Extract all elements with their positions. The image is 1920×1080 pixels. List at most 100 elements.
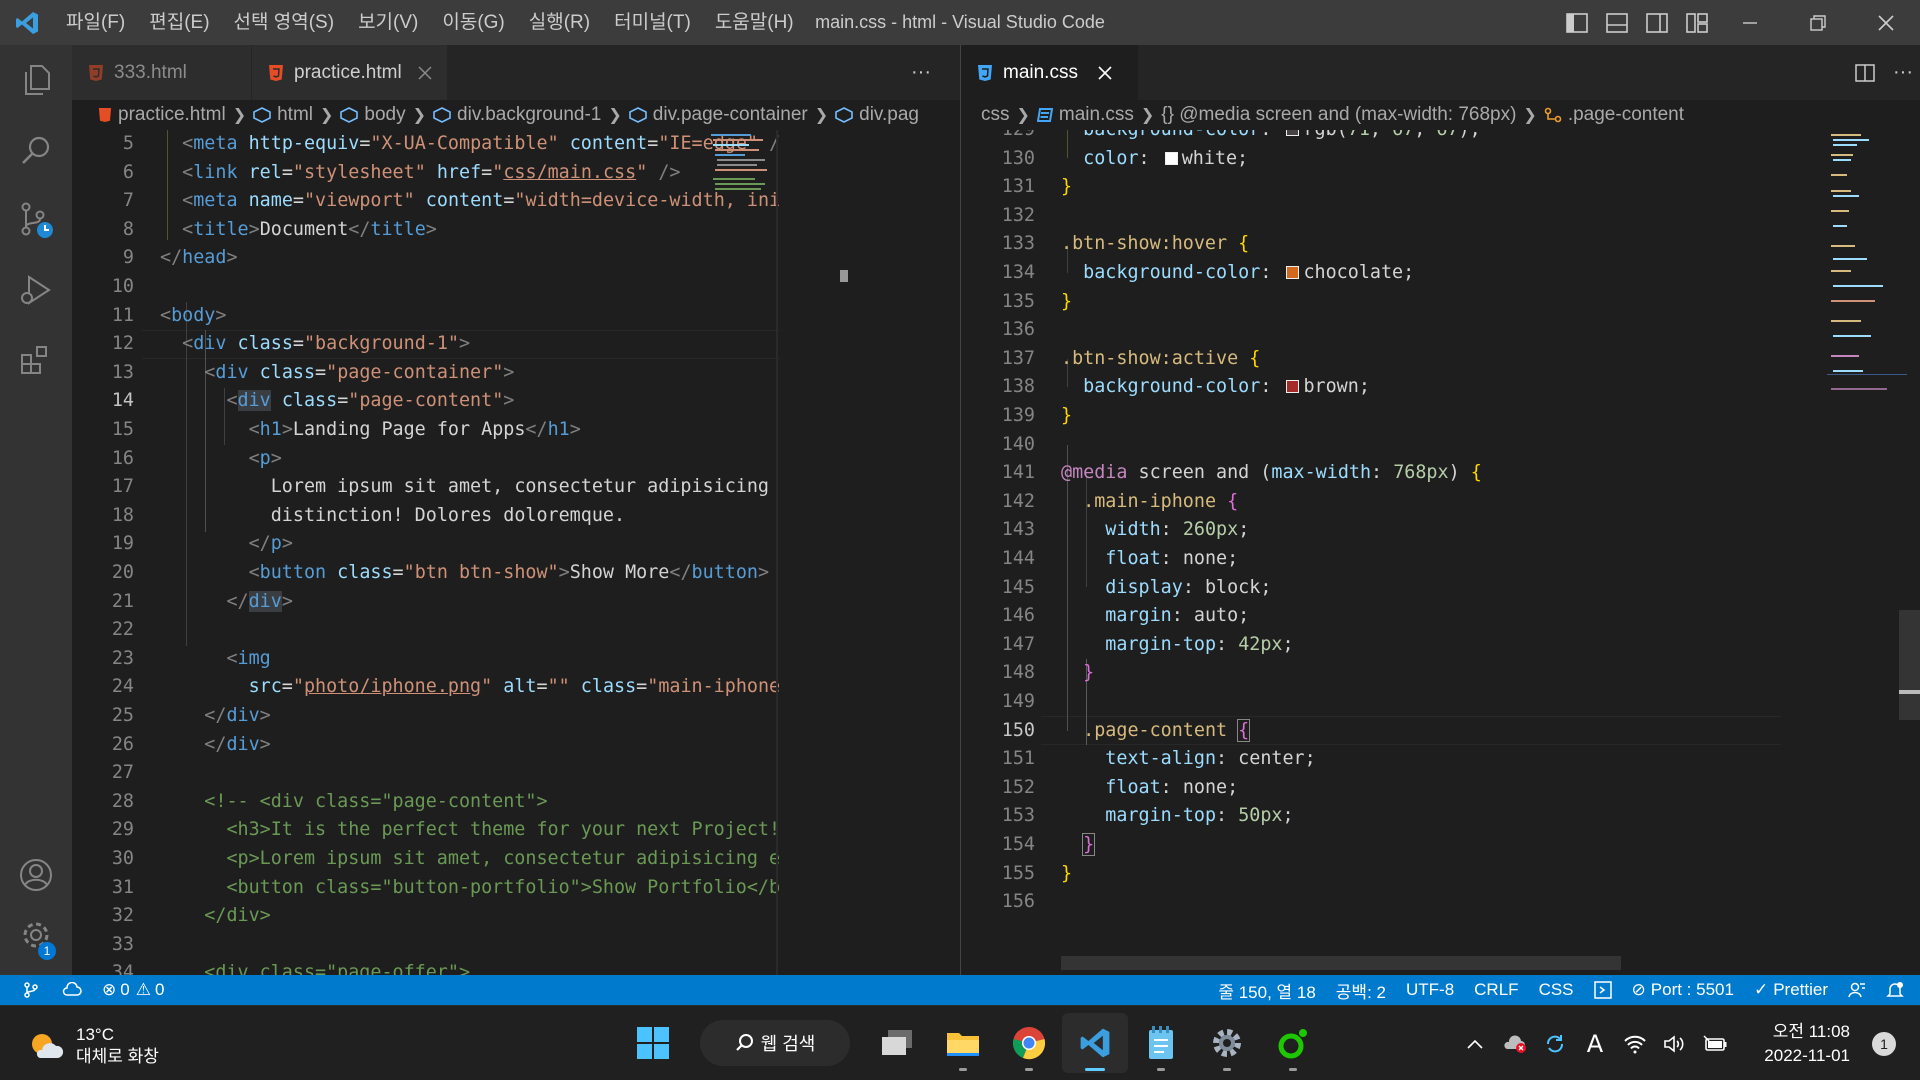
indentation[interactable]: 공백: 2 <box>1326 975 1396 1005</box>
start-windows-icon[interactable] <box>620 1013 686 1073</box>
scrollbar-thumb[interactable] <box>1899 610 1920 720</box>
menu-view[interactable]: 보기(V) <box>346 0 430 45</box>
onedrive-error-icon[interactable] <box>1495 1006 1535 1080</box>
menu-run[interactable]: 실행(R) <box>517 0 602 45</box>
input-language-icon[interactable]: A <box>1575 1006 1615 1080</box>
menu-file[interactable]: 파일(F) <box>54 0 137 45</box>
breadcrumb-item[interactable]: css <box>981 104 1010 126</box>
menu-edit[interactable]: 편집(E) <box>137 0 221 45</box>
menu-go[interactable]: 이동(G) <box>430 0 516 45</box>
menu-selection[interactable]: 선택 영역(S) <box>222 0 347 45</box>
close-tab-icon[interactable] <box>1094 62 1116 84</box>
breadcrumb-item[interactable]: div.pag <box>835 104 919 126</box>
minimap-left[interactable] <box>707 130 772 975</box>
horizontal-scrollbar[interactable] <box>1061 956 1621 970</box>
live-server-port[interactable]: ⊘ Port : 5501 <box>1622 975 1744 1005</box>
minimap-right[interactable] <box>1827 130 1907 975</box>
layout-icon[interactable] <box>1584 975 1622 1005</box>
wifi-icon[interactable] <box>1615 1006 1655 1080</box>
window-controls <box>1716 0 1920 45</box>
breadcrumb-item[interactable]: main.css <box>1036 104 1134 126</box>
tab-practice-html[interactable]: practice.html <box>252 45 448 100</box>
breadcrumb-item[interactable]: div.page-container <box>628 104 808 126</box>
breadcrumb-item[interactable]: body <box>340 104 406 126</box>
line-messenger-icon[interactable] <box>1260 1013 1326 1073</box>
vscode-taskbar-icon[interactable] <box>1062 1013 1128 1073</box>
scrollbar-thumb[interactable] <box>840 270 848 282</box>
accounts-feedback-icon[interactable] <box>1838 975 1876 1005</box>
line-number: 144 <box>1001 548 1035 569</box>
editor-group-left: 333.html practice.html ··· practice.html… <box>72 45 960 975</box>
breadcrumb-item[interactable]: practice.html <box>98 104 226 126</box>
clock-time: 오전 11:08 <box>1772 1021 1850 1041</box>
toggle-primary-sidebar-icon[interactable] <box>1560 0 1594 45</box>
code-editor-right[interactable]: 129 130 131 132 133 134 135 136 137 138 139 140 141 1… <box>961 130 1920 975</box>
battery-icon[interactable] <box>1695 1006 1735 1080</box>
language-mode[interactable]: CSS <box>1529 975 1584 1005</box>
sync-icon[interactable] <box>1535 1006 1575 1080</box>
breadcrumb-item[interactable]: div.background-1 <box>433 104 601 126</box>
line-number: 16 <box>111 447 134 469</box>
clock[interactable]: 오전 11:08 2022-11-01 <box>1735 1020 1850 1068</box>
prettier-status[interactable]: ✓ Prettier <box>1744 975 1838 1005</box>
remote-icon[interactable] <box>0 975 52 1005</box>
sync-cloud-icon[interactable] <box>52 975 92 1005</box>
line-number: 13 <box>111 361 134 383</box>
settings-gear-icon[interactable] <box>1194 1013 1260 1073</box>
file-explorer-icon[interactable] <box>930 1013 996 1073</box>
minimize-icon[interactable] <box>1716 0 1784 45</box>
close-window-icon[interactable] <box>1852 0 1920 45</box>
restore-icon[interactable] <box>1784 0 1852 45</box>
warning-count: 0 <box>154 980 165 999</box>
search-icon[interactable] <box>0 115 72 185</box>
menu-terminal[interactable]: 터미널(T) <box>602 0 703 45</box>
line-number: 145 <box>1001 576 1035 598</box>
line-number: 34 <box>111 962 134 975</box>
notifications-bell-icon[interactable] <box>1876 975 1920 1005</box>
line-number: 155 <box>1001 862 1035 884</box>
taskbar-search[interactable]: 웹 검색 <box>700 1020 850 1066</box>
task-view-icon[interactable] <box>864 1013 930 1073</box>
code-line: <div class="page-content"> <box>226 390 515 412</box>
toggle-panel-icon[interactable] <box>1600 0 1634 45</box>
split-editor-icon[interactable] <box>1846 45 1884 100</box>
more-actions-icon[interactable]: ··· <box>902 45 940 100</box>
tab-main-css[interactable]: main.css <box>961 45 1139 100</box>
warning-icon: ⚠ <box>135 980 151 999</box>
notification-count-badge[interactable]: 1 <box>1872 1031 1896 1056</box>
end-of-line[interactable]: CRLF <box>1464 975 1528 1005</box>
chrome-icon[interactable] <box>996 1013 1062 1073</box>
menu-help[interactable]: 도움말(H) <box>703 0 806 45</box>
breadcrumb-item[interactable]: .page-content <box>1544 104 1684 126</box>
weather-widget[interactable]: 13°C 대체로 화창 <box>28 1024 159 1068</box>
problems-indicator[interactable]: ⊗ 0 ⚠ 0 <box>92 975 174 1005</box>
code-line: } <box>1082 833 1096 856</box>
more-actions-icon[interactable]: ··· <box>1884 45 1920 100</box>
code-line: @media screen and (max-width: 768px) { <box>1061 462 1482 484</box>
run-debug-icon[interactable] <box>0 255 72 325</box>
line-number: 143 <box>1001 519 1035 541</box>
manage-gear-icon[interactable]: 1 <box>0 900 72 970</box>
customize-layout-icon[interactable] <box>1680 0 1714 45</box>
encoding[interactable]: UTF-8 <box>1396 975 1464 1005</box>
volume-icon[interactable] <box>1655 1006 1695 1080</box>
tab-label: 333.html <box>114 61 187 83</box>
cursor-position[interactable]: 줄 150, 열 18 <box>1208 975 1325 1005</box>
explorer-icon[interactable] <box>0 45 72 115</box>
source-control-icon[interactable] <box>0 185 72 255</box>
line-number: 6 <box>122 161 134 183</box>
code-editor-left[interactable]: 5 6 7 8 9 10 11 12 13 14 15 16 17 18 19 20 21 22 23 24 25 26 2… <box>72 130 960 975</box>
chevron-right-icon: ❯ <box>1016 107 1030 124</box>
tab-333-html[interactable]: 333.html <box>72 45 252 100</box>
toggle-secondary-sidebar-icon[interactable] <box>1640 0 1674 45</box>
vertical-scrollbar[interactable] <box>944 130 958 975</box>
breadcrumb-item[interactable]: {} @media screen and (max-width: 768px) <box>1161 104 1516 126</box>
close-tab-icon[interactable] <box>418 62 432 84</box>
chevron-right-icon: ❯ <box>1140 107 1155 124</box>
show-hidden-icons-chevron-up-icon[interactable] <box>1455 1006 1495 1080</box>
notepad-icon[interactable] <box>1128 1013 1194 1073</box>
menu-bar: 파일(F) 편집(E) 선택 영역(S) 보기(V) 이동(G) 실행(R) 터… <box>54 0 806 45</box>
breadcrumb-item[interactable]: html <box>253 104 313 126</box>
extensions-icon[interactable] <box>0 325 72 395</box>
code-area-html: <meta http-equiv="X-UA-Compatible" conte… <box>160 130 780 975</box>
